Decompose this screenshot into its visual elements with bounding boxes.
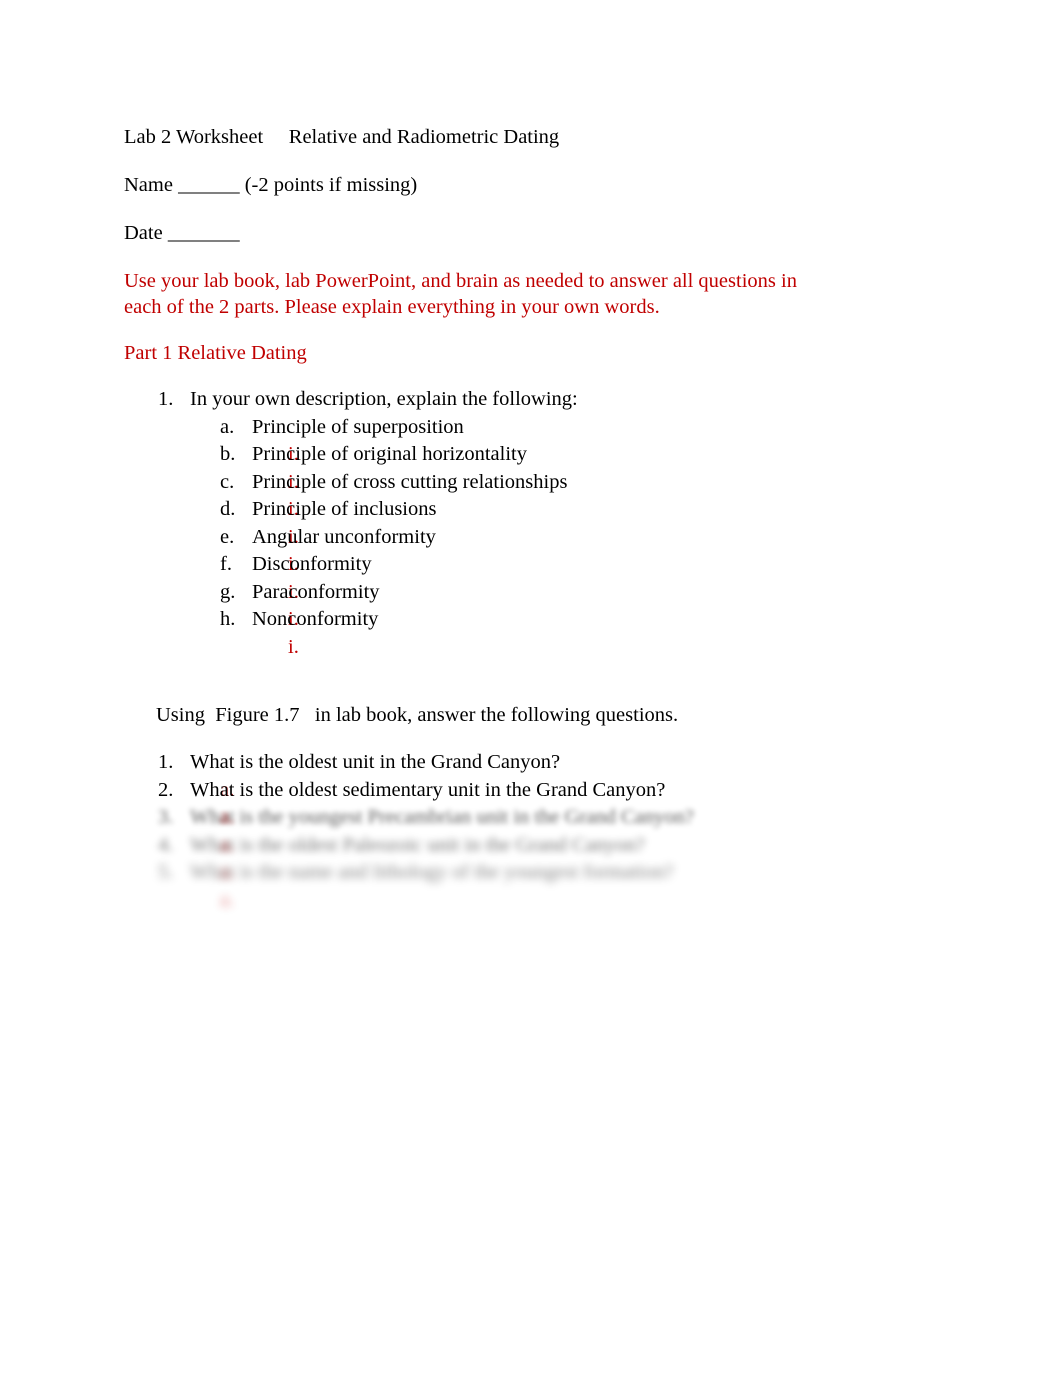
list-item-figure-question-5: 5. What is the name and lithology of the… (124, 859, 924, 887)
list-item-c: c. Principle of cross cutting relationsh… (124, 469, 924, 497)
worksheet-title: Lab 2 Worksheet Relative and Radiometric… (124, 126, 560, 148)
list-marker: c. (220, 470, 235, 493)
subitem-label: Paraconformity (252, 580, 380, 603)
subitem-label: Principle of cross cutting relationships (252, 470, 568, 493)
list-marker: 5. (158, 861, 174, 883)
list-marker: 1. (158, 751, 174, 773)
list-item-figure-question-2: 2. What is the oldest sedimentary unit i… (124, 777, 924, 805)
list-marker: 2. (158, 778, 174, 801)
subitem-label: Nonconformity (252, 608, 379, 630)
list-marker: 1. (158, 388, 174, 410)
list-item-figure-question-3: 3. What is the youngest Precambrian unit… (124, 804, 924, 832)
question-text: What is the name and lithology of the yo… (190, 861, 674, 883)
list-marker: h. (220, 608, 236, 630)
subitem-label: Angular unconformity (252, 525, 436, 548)
subitem-label: Principle of superposition (252, 415, 464, 438)
question-text: What is the youngest Precambrian unit in… (190, 806, 694, 828)
date-field-line[interactable]: Date _______ (124, 220, 924, 246)
subitem-label: Disconformity (252, 553, 372, 575)
part-1-heading: Part 1 Relative Dating (124, 342, 307, 364)
list-item-question-1: 1. In your own description, explain the … (124, 386, 924, 414)
document-page: Lab 2 Worksheet Relative and Radiometric… (0, 0, 1062, 1377)
list-item-b: b. Principle of original horizontality (124, 441, 924, 469)
list-item-e: e. Angular unconformity (124, 524, 924, 552)
list-item-figure-question-4: 4. What is the oldest Paleozoic unit in … (124, 832, 924, 860)
list-marker: g. (220, 580, 236, 603)
list-marker: b. (220, 443, 236, 465)
list-marker: d. (220, 498, 236, 520)
list-item-figure-question-1: 1. What is the oldest unit in the Grand … (124, 749, 924, 777)
name-field-line[interactable]: Name ______ (-2 points if missing) (124, 172, 924, 198)
list-item-d: d. Principle of inclusions (124, 496, 924, 524)
question-text: In your own description, explain the fol… (190, 388, 578, 410)
redacted-region: a. 3. What is the youngest Precambrian u… (124, 804, 924, 911)
list-marker: a. (220, 888, 235, 911)
subitem-label: Principle of inclusions (252, 498, 437, 520)
list-item-a: a. Principle of superposition (124, 414, 924, 442)
question-text: What is the oldest Paleozoic unit in the… (190, 833, 645, 856)
list-item-g: g. Paraconformity (124, 579, 924, 607)
figure-reference-intro: Using Figure 1.7 in lab book, answer the… (156, 703, 679, 726)
list-marker: e. (220, 525, 235, 548)
list-marker: i. (288, 635, 299, 658)
question-text: What is the oldest unit in the Grand Can… (190, 751, 561, 773)
instruction-paragraph: Use your lab book, lab PowerPoint, and b… (124, 270, 803, 318)
subitem-label: Principle of original horizontality (252, 443, 527, 465)
list-item-f: f. Disconformity (124, 551, 924, 579)
list-item-h: h. Nonconformity (124, 606, 924, 634)
list-marker: 3. (158, 806, 174, 828)
list-marker: f. (220, 553, 232, 575)
question-text: What is the oldest sedimentary unit in t… (190, 778, 666, 801)
list-marker: a. (220, 415, 235, 438)
document-body: Lab 2 Worksheet Relative and Radiometric… (124, 124, 924, 911)
list-marker: 4. (158, 833, 174, 856)
